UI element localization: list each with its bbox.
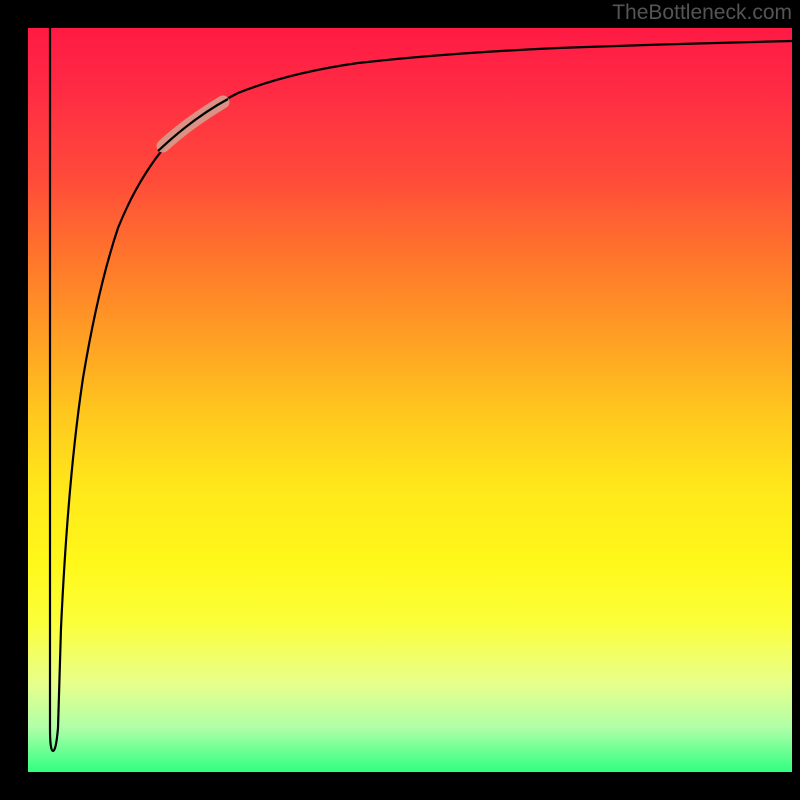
plot-background	[28, 28, 792, 772]
watermark-text: TheBottleneck.com	[612, 1, 792, 25]
chart-frame: TheBottleneck.com	[0, 0, 800, 800]
